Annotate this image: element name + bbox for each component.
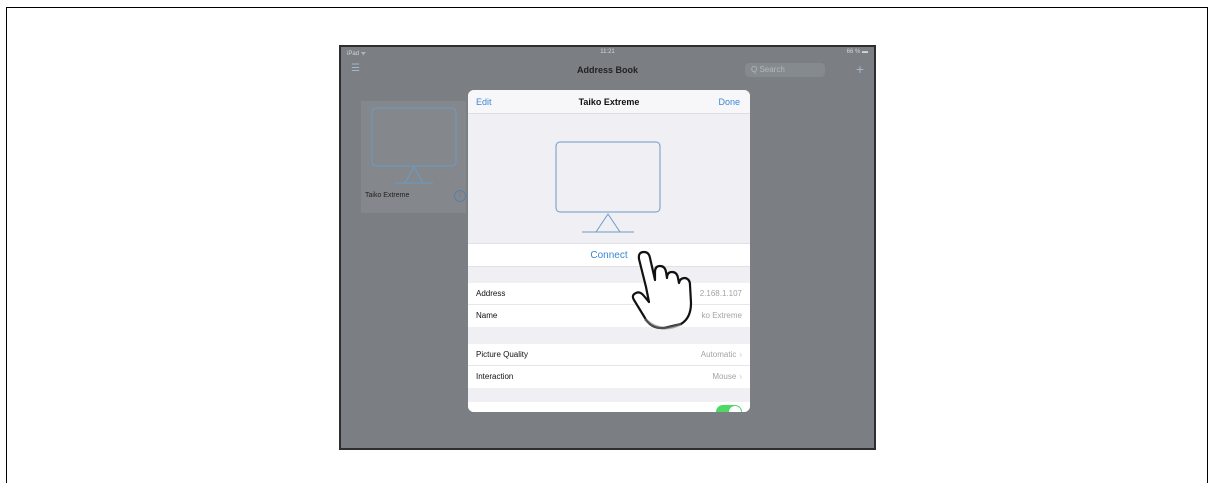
- hand-pointer-icon: [631, 250, 693, 330]
- clock: 11:21: [600, 49, 615, 55]
- interaction-row[interactable]: Interaction Mouse ›: [468, 366, 750, 388]
- info-icon[interactable]: i: [454, 190, 466, 202]
- row-key: Name: [476, 311, 498, 320]
- row-value: 2.168.1.107: [699, 289, 742, 298]
- row-key: Interaction: [476, 372, 514, 381]
- row-key: Picture Quality: [476, 350, 529, 359]
- ipad-screen: iPad ᯤ 11:21 66 % ▬ ☰ Address Book Q Sea…: [339, 45, 876, 450]
- battery-indicator: 66 % ▬: [846, 49, 868, 55]
- settings-rows: Picture Quality Automatic › Interaction M…: [468, 344, 750, 388]
- address-row: Address 2.168.1.107: [468, 283, 750, 305]
- chevron-right-icon: ›: [739, 372, 742, 381]
- picture-quality-row[interactable]: Picture Quality Automatic ›: [468, 344, 750, 366]
- plus-icon[interactable]: +: [856, 61, 864, 77]
- row-key: Address: [476, 289, 506, 298]
- tile-label: Taiko Extreme: [365, 192, 410, 199]
- sheet-header: Edit Taiko Extreme Done: [468, 90, 750, 114]
- connect-row[interactable]: Connect: [468, 243, 750, 267]
- name-row: Name ko Extreme: [468, 305, 750, 327]
- monitor-icon: [555, 141, 661, 233]
- nav-bar: ☰ Address Book Q Search +: [341, 59, 874, 81]
- info-rows: Address 2.168.1.107 Name ko Extreme: [468, 283, 750, 327]
- toggle-row: [468, 402, 750, 412]
- chevron-right-icon: ›: [739, 350, 742, 359]
- connect-button[interactable]: Connect: [468, 250, 750, 261]
- done-button[interactable]: Done: [718, 97, 740, 107]
- status-bar: iPad ᯤ 11:21 66 % ▬: [341, 47, 874, 59]
- sheet-title: Taiko Extreme: [578, 97, 640, 107]
- toggle-switch[interactable]: [716, 405, 742, 412]
- computer-tile[interactable]: Taiko Extreme i: [361, 101, 466, 213]
- row-value: Mouse ›: [712, 372, 742, 381]
- row-value: Automatic ›: [700, 350, 742, 359]
- detail-sheet: Edit Taiko Extreme Done Connect Address …: [468, 90, 750, 412]
- search-input[interactable]: Q Search: [745, 63, 825, 77]
- row-value: ko Extreme: [701, 311, 742, 320]
- monitor-icon: [371, 107, 457, 184]
